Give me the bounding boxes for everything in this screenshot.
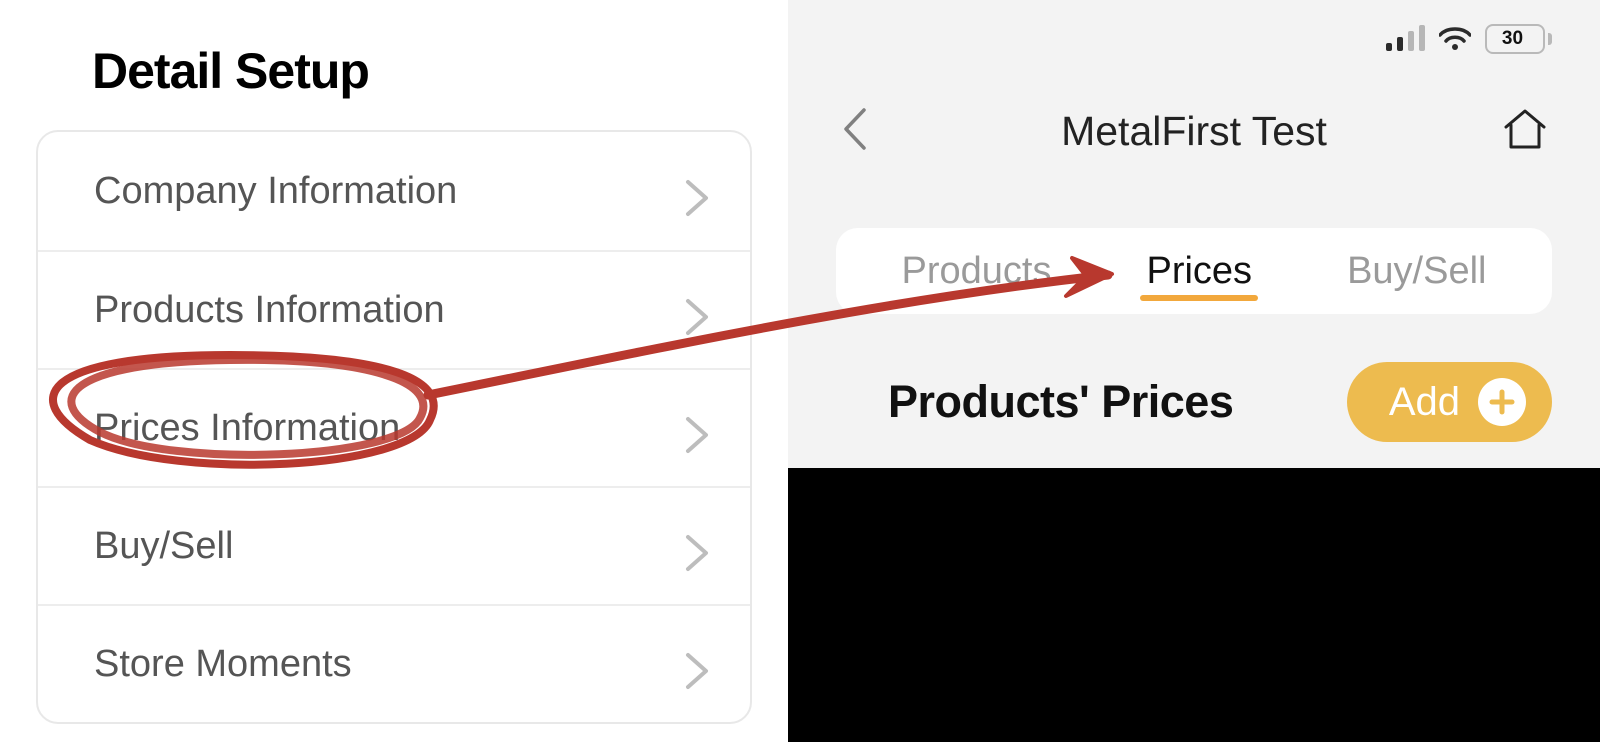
plus-icon <box>1478 378 1526 426</box>
chevron-right-icon <box>684 533 710 559</box>
list-item-buy-sell[interactable]: Buy/Sell <box>38 486 750 604</box>
chevron-right-icon <box>684 415 710 441</box>
list-item-label: Company Information <box>94 170 457 213</box>
wifi-icon <box>1439 27 1471 51</box>
tab-products[interactable]: Products <box>896 238 1058 305</box>
list-item-store-moments[interactable]: Store Moments <box>38 604 750 722</box>
battery-indicator: 30 <box>1485 24 1552 54</box>
tab-buy-sell[interactable]: Buy/Sell <box>1341 238 1492 305</box>
detail-setup-panel: Detail Setup Company Information Product… <box>0 0 788 742</box>
home-button[interactable] <box>1502 107 1548 156</box>
phone-screen: 30 MetalFirst Test Products Prices Buy/S… <box>788 0 1600 468</box>
phone-preview-panel: 30 MetalFirst Test Products Prices Buy/S… <box>788 0 1600 742</box>
section-title: Products' Prices <box>888 376 1233 428</box>
status-bar: 30 <box>1386 24 1552 54</box>
list-item-label: Prices Information <box>94 407 400 450</box>
list-item-label: Buy/Sell <box>94 525 233 568</box>
list-item-products-information[interactable]: Products Information <box>38 250 750 368</box>
chevron-right-icon <box>684 178 710 204</box>
list-item-label: Products Information <box>94 289 445 332</box>
nav-header: MetalFirst Test <box>788 108 1600 155</box>
list-item-prices-information[interactable]: Prices Information <box>38 368 750 486</box>
section-header: Products' Prices Add <box>788 362 1600 442</box>
tab-prices[interactable]: Prices <box>1140 238 1258 305</box>
battery-percent-text: 30 <box>1487 26 1538 52</box>
list-item-company-information[interactable]: Company Information <box>38 132 750 250</box>
add-button[interactable]: Add <box>1347 362 1552 442</box>
cellular-signal-icon <box>1386 27 1425 51</box>
back-button[interactable] <box>840 106 868 157</box>
list-item-label: Store Moments <box>94 643 352 686</box>
page-title: Detail Setup <box>0 0 788 100</box>
settings-list: Company Information Products Information… <box>36 130 752 724</box>
nav-title: MetalFirst Test <box>1061 108 1327 155</box>
chevron-right-icon <box>684 651 710 677</box>
add-button-label: Add <box>1389 380 1460 425</box>
chevron-right-icon <box>684 297 710 323</box>
tab-bar: Products Prices Buy/Sell <box>836 228 1552 314</box>
